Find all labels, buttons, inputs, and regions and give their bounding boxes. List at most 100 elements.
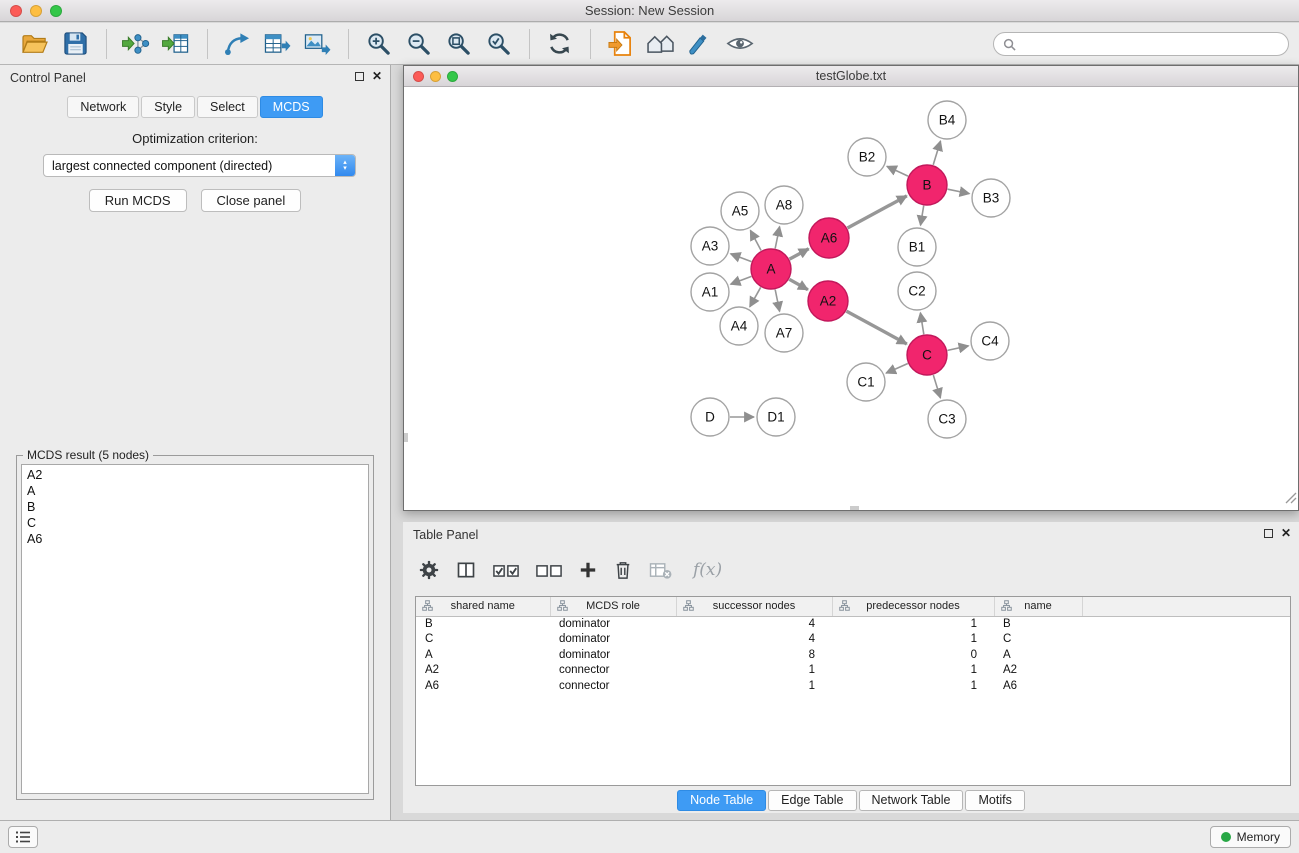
graph-node-C4[interactable]: C4 [971,322,1009,360]
mcds-result-item[interactable]: A [27,483,363,499]
graph-edge-C-C3[interactable] [933,375,940,398]
resize-grip[interactable] [1285,491,1297,509]
column-header-predecessor-nodes[interactable]: predecessor nodes [832,597,994,616]
graph-edge-A-A7[interactable] [775,290,779,312]
zoom-selected-button[interactable] [479,27,517,61]
show-hide-button[interactable] [721,27,759,61]
graph-node-A7[interactable]: A7 [765,314,803,352]
float-panel-icon[interactable] [355,72,364,81]
unselect-all-columns-button[interactable] [536,562,562,579]
graph-node-B1[interactable]: B1 [898,228,936,266]
table-tab-edge-table[interactable]: Edge Table [768,790,856,811]
graph-edge-A-A8[interactable] [775,227,779,249]
search-input[interactable] [1021,34,1288,54]
export-image-button[interactable] [298,27,336,61]
run-mcds-button[interactable]: Run MCDS [89,189,187,212]
graph-node-A3[interactable]: A3 [691,227,729,265]
maximize-window-button[interactable] [50,5,62,17]
close-network-window-button[interactable] [413,71,424,82]
zoom-fit-button[interactable] [439,27,477,61]
graph-node-C2[interactable]: C2 [898,272,936,310]
import-network-button[interactable] [117,27,155,61]
graph-edge-A-A2[interactable] [789,279,808,289]
mcds-result-list[interactable]: A2ABCA6 [21,464,369,794]
task-history-button[interactable] [8,826,38,848]
graph-edge-A-A3[interactable] [731,254,752,262]
control-panel-tab-style[interactable]: Style [141,96,195,118]
memory-button[interactable]: Memory [1210,826,1291,848]
close-window-button[interactable] [10,5,22,17]
graph-edge-A-A1[interactable] [731,276,752,284]
table-row[interactable]: Adominator80A [416,647,1290,663]
open-file-button[interactable] [16,27,54,61]
mcds-result-item[interactable]: C [27,515,363,531]
horizontal-scroll-nub[interactable] [850,506,859,510]
control-panel-tab-select[interactable]: Select [197,96,258,118]
graph-edge-A2-C[interactable] [846,311,906,344]
graph-node-A6[interactable]: A6 [809,218,849,258]
table-tab-motifs[interactable]: Motifs [965,790,1024,811]
delete-column-button[interactable] [614,560,632,580]
show-graphics-button[interactable] [681,27,719,61]
table-row[interactable]: Bdominator41B [416,616,1290,632]
graph-node-C1[interactable]: C1 [847,363,885,401]
function-builder-button[interactable]: f(x) [693,560,722,580]
vertical-scroll-nub[interactable] [404,433,408,442]
zoom-in-button[interactable] [359,27,397,61]
column-header-shared-name[interactable]: shared name [416,597,550,616]
graph-node-D[interactable]: D [691,398,729,436]
column-header-successor-nodes[interactable]: successor nodes [676,597,832,616]
graph-edge-C-C2[interactable] [920,313,923,335]
graph-edge-A-A6[interactable] [790,249,809,259]
graph-node-C[interactable]: C [907,335,947,375]
show-columns-button[interactable] [456,560,476,580]
graph-edge-C-C1[interactable] [886,364,908,374]
table-row[interactable]: A2connector11A2 [416,663,1290,679]
network-graph[interactable]: B4B2BB3A5A8A6B1A3AC2A1A2A4A7C4CC1C3DD1 [404,87,1298,510]
column-header-MCDS-role[interactable]: MCDS role [550,597,676,616]
zoom-out-button[interactable] [399,27,437,61]
home-button[interactable] [641,27,679,61]
save-session-button[interactable] [56,27,94,61]
column-header-name[interactable]: name [994,597,1082,616]
minimize-network-window-button[interactable] [430,71,441,82]
maximize-network-window-button[interactable] [447,71,458,82]
float-table-panel-icon[interactable] [1264,529,1273,538]
graph-edge-B-B1[interactable] [921,206,924,226]
graph-edge-A-A4[interactable] [750,287,761,307]
graph-node-A[interactable]: A [751,249,791,289]
close-panel-button[interactable]: Close panel [201,189,302,212]
export-table-button[interactable] [258,27,296,61]
table-row[interactable]: Cdominator41C [416,632,1290,648]
graph-node-A8[interactable]: A8 [765,186,803,224]
open-session-file-button[interactable] [601,27,639,61]
delete-table-button[interactable] [649,561,672,580]
import-table-button[interactable] [157,27,195,61]
table-tab-network-table[interactable]: Network Table [859,790,964,811]
new-network-button[interactable] [218,27,256,61]
minimize-window-button[interactable] [30,5,42,17]
graph-node-B4[interactable]: B4 [928,101,966,139]
select-all-columns-button[interactable] [493,562,519,579]
refresh-button[interactable] [540,27,578,61]
graph-edge-A-A5[interactable] [750,230,761,250]
graph-edge-B-B2[interactable] [887,166,908,176]
graph-node-A4[interactable]: A4 [720,307,758,345]
network-canvas[interactable]: B4B2BB3A5A8A6B1A3AC2A1A2A4A7C4CC1C3DD1 [404,87,1298,510]
graph-node-A2[interactable]: A2 [808,281,848,321]
graph-edge-C-C4[interactable] [948,346,969,351]
mcds-result-item[interactable]: B [27,499,363,515]
close-panel-icon[interactable]: ✕ [372,71,382,82]
graph-node-A1[interactable]: A1 [691,273,729,311]
table-tab-node-table[interactable]: Node Table [677,790,766,811]
mcds-result-item[interactable]: A6 [27,531,363,547]
close-table-panel-icon[interactable]: ✕ [1281,528,1291,539]
add-column-button[interactable] [579,561,597,579]
control-panel-tab-network[interactable]: Network [67,96,139,118]
graph-node-A5[interactable]: A5 [721,192,759,230]
graph-edge-A6-B[interactable] [848,196,907,228]
search-box[interactable] [993,32,1289,56]
control-panel-tab-mcds[interactable]: MCDS [260,96,323,118]
graph-node-B2[interactable]: B2 [848,138,886,176]
graph-node-C3[interactable]: C3 [928,400,966,438]
